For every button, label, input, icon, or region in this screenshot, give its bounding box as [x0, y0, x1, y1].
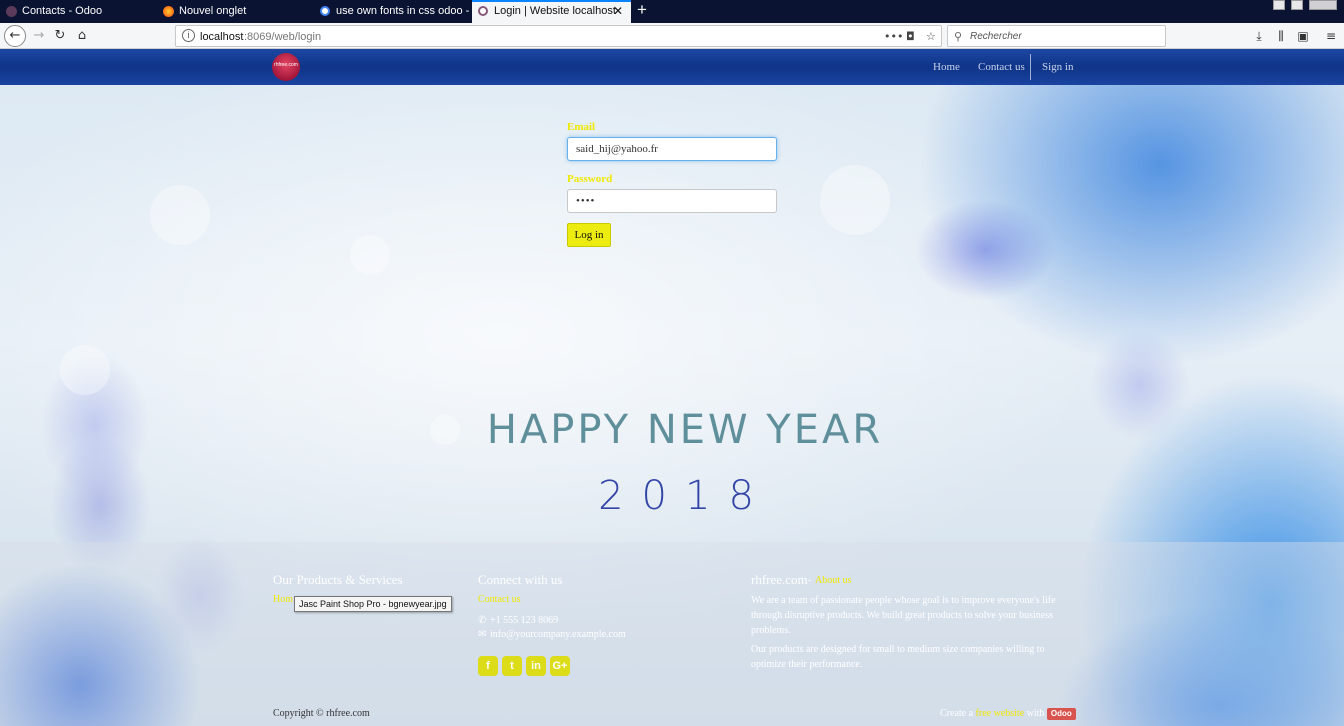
odoo-badge[interactable]: Odoo [1046, 708, 1076, 720]
footer-contact-link[interactable]: Contact us [478, 594, 521, 605]
tab-label: Nouvel onglet [179, 5, 247, 17]
background-bokeh [150, 185, 210, 245]
create-prefix: Create a [940, 708, 976, 719]
log-in-button[interactable]: Log in [567, 223, 611, 247]
star-icon[interactable]: ☆ [926, 26, 936, 48]
about-separator: - [808, 575, 812, 586]
browser-nav-bar: ← → ↻ ⌂ i localhost :8069/web/login ••• … [0, 23, 1344, 49]
tab-google-search[interactable]: use own fonts in css odoo - Reche [314, 0, 469, 23]
create-with: with [1024, 708, 1047, 719]
phone-number: +1 555 123 8069 [490, 615, 559, 626]
close-tab-icon[interactable]: ✕ [613, 2, 623, 23]
greeting-year: 2018 [598, 473, 772, 519]
googleplus-icon[interactable]: G+ [550, 656, 570, 676]
about-paragraph-2: Our products are designed for small to m… [751, 644, 1045, 670]
url-host: localhost [200, 31, 244, 43]
background-bokeh [820, 165, 890, 235]
close-window-icon[interactable] [1309, 0, 1337, 10]
create-website-text: Create a free website with Odoo [940, 708, 1076, 720]
back-icon[interactable]: ← [4, 25, 26, 47]
tab-label: Login | Website localhost [494, 5, 616, 17]
menu-home[interactable]: Home [933, 49, 960, 85]
menu-sign-in[interactable]: Sign in [1042, 49, 1073, 85]
search-input[interactable] [970, 26, 1160, 46]
about-paragraph-1: We are a team of passionate people whose… [751, 595, 1056, 636]
password-field[interactable] [567, 189, 777, 213]
maximize-window-icon[interactable] [1291, 0, 1303, 10]
menu-divider [1030, 54, 1031, 80]
library-icon[interactable]: ⫼ [1272, 25, 1290, 47]
browser-tab-bar: Contacts - Odoo Nouvel onglet use own fo… [0, 0, 1344, 23]
tab-login-website[interactable]: Login | Website localhost ✕ [472, 0, 631, 23]
image-tooltip: Jasc Paint Shop Pro - bgnewyear.jpg [294, 596, 452, 612]
new-tab-button[interactable]: + [634, 0, 650, 23]
greeting-title: HAPPY NEW YEAR [486, 407, 884, 453]
menu-icon[interactable]: ≡ [1322, 25, 1340, 47]
search-bar[interactable]: ⚲ [947, 25, 1166, 47]
home-icon[interactable]: ⌂ [73, 27, 91, 45]
linkedin-icon[interactable]: in [526, 656, 546, 676]
google-favicon-icon [320, 6, 330, 16]
site-logo[interactable]: rhfree.com [272, 53, 300, 81]
pocket-icon[interactable]: ◘ [906, 26, 915, 48]
email-icon: ✉ [478, 629, 487, 640]
menu-contact-us[interactable]: Contact us [978, 49, 1025, 85]
url-path: :8069/web/login [244, 31, 322, 43]
copyright: Copyright © rhfree.com [273, 708, 370, 719]
connect-title: Connect with us [478, 572, 563, 587]
download-icon[interactable]: ⤓ [1250, 25, 1268, 47]
sidebar-icon[interactable]: ▣ [1294, 25, 1312, 47]
site-header: rhfree.com Home Contact us Sign in [0, 49, 1344, 85]
minimize-window-icon[interactable] [1273, 0, 1285, 10]
background-bokeh [350, 235, 390, 275]
free-website-link[interactable]: free website [976, 708, 1025, 719]
tab-new-tab[interactable]: Nouvel onglet [157, 0, 312, 23]
background-bokeh [60, 345, 110, 395]
odoo-favicon-icon [478, 6, 488, 16]
tab-label: use own fonts in css odoo - Reche [336, 5, 469, 17]
more-icon[interactable]: ••• [884, 26, 903, 48]
reload-icon[interactable]: ↻ [51, 27, 69, 45]
info-icon[interactable]: i [182, 29, 195, 42]
site-footer: Our Products & Services Hom Jasc Paint S… [0, 542, 1344, 726]
twitter-icon[interactable]: t [502, 656, 522, 676]
facebook-icon[interactable]: f [478, 656, 498, 676]
tab-label: Contacts - Odoo [22, 5, 103, 17]
search-icon: ⚲ [954, 30, 963, 43]
url-bar[interactable]: i localhost :8069/web/login ••• ◘ ☆ [175, 25, 942, 47]
email-field[interactable] [567, 137, 777, 161]
forward-icon[interactable]: → [30, 27, 48, 45]
tab-contacts-odoo[interactable]: Contacts - Odoo [0, 0, 155, 23]
password-label: Password [567, 173, 613, 185]
products-title: Our Products & Services [273, 572, 403, 587]
footer-home-link[interactable]: Hom [273, 594, 293, 605]
about-us-link[interactable]: About us [815, 575, 851, 586]
logo-text: rhfree.com [274, 62, 298, 68]
firefox-favicon-icon [163, 6, 174, 17]
contact-email: info@yourcompany.example.com [490, 629, 626, 640]
about-company: rhfree.com [751, 572, 808, 587]
email-label: Email [567, 121, 596, 133]
odoo-favicon-icon [6, 6, 17, 17]
phone-icon: ✆ [478, 615, 487, 626]
